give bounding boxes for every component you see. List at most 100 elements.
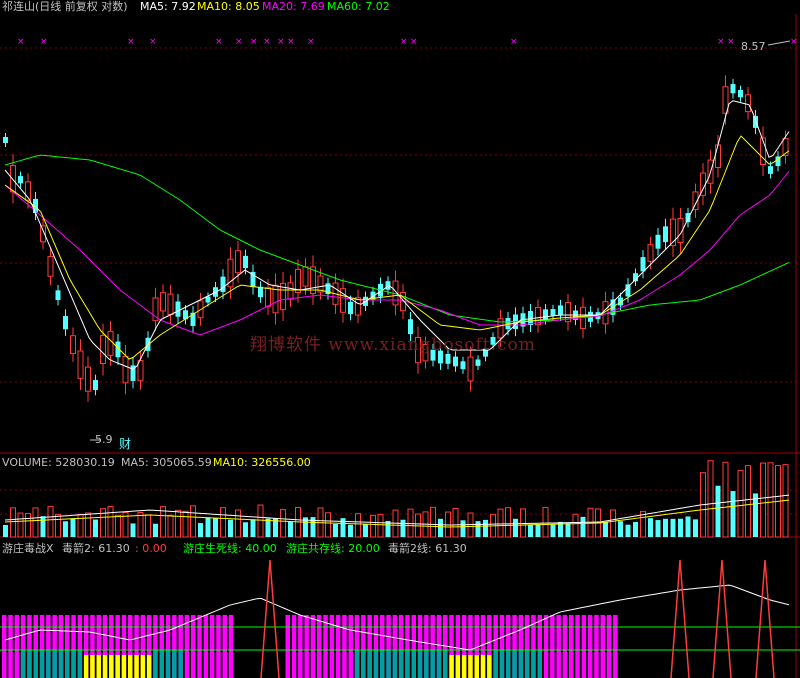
indicator-bar-fill [506, 650, 511, 678]
indicator-bar-fill [499, 650, 505, 678]
signal-marker: × [40, 37, 48, 47]
signal-marker: × [215, 37, 223, 47]
indicator-bar-fill [178, 650, 183, 678]
indicator-bar-fill [436, 650, 442, 678]
volume-bar-down [130, 523, 136, 537]
indicator-spike [712, 559, 732, 678]
candle-down [18, 176, 23, 184]
indicator-spike [755, 559, 775, 678]
indicator-bar-fill [121, 655, 127, 678]
signal-marker: × [277, 37, 285, 47]
volume-bar-up [25, 512, 31, 538]
indicator-bar-fill [493, 650, 498, 678]
indicator-bar-fill [128, 655, 133, 678]
volume-bar-up [115, 514, 121, 538]
volume-bar-down [40, 516, 46, 537]
candle-down [55, 290, 61, 300]
ma10-value: MA10: 8.05 [197, 0, 260, 13]
candle-down [558, 305, 563, 316]
volume-bar-down [250, 519, 256, 537]
ma60-value: MA60: 7.02 [327, 0, 390, 13]
volume-bar-up [542, 506, 549, 538]
indicator-bar-fill [518, 650, 524, 678]
volume-bar-down [288, 521, 293, 537]
indicator-life-line: 游庄生死线: 40.00 [183, 542, 277, 555]
volume-bar-up [85, 512, 91, 538]
candle-up [235, 250, 241, 274]
indicator-bar-fill [90, 655, 95, 678]
indicator-bar-fill [65, 650, 70, 678]
candle-down [175, 301, 181, 317]
indicator-bar-fill [77, 650, 83, 678]
ma20-value: MA20: 7.69 [262, 0, 325, 13]
volume-bar-up [722, 461, 729, 538]
volume-ma5: MA5: 305065.59 [121, 456, 212, 469]
indicator-bar-fill [424, 650, 429, 678]
indicator-bar-magenta [606, 615, 612, 678]
indicator-bar-fill [140, 655, 146, 678]
indicator-bar-fill [405, 650, 410, 678]
indicator-bar-magenta [613, 615, 618, 678]
volume-bar-up [77, 513, 84, 538]
volume-bar-down [618, 521, 623, 537]
volume-bar-up [107, 505, 114, 538]
volume-bar-down [565, 523, 571, 537]
volume-ma10: MA10: 326556.00 [213, 456, 311, 469]
indicator-bar-fill [83, 655, 89, 678]
volume-bar-down [528, 524, 533, 537]
candle-down [258, 286, 263, 298]
volume-bar-down [633, 522, 638, 537]
volume-bar-down [693, 519, 698, 537]
volume-bar-down [228, 519, 233, 537]
candle-up [287, 282, 294, 300]
candle-up [47, 255, 54, 277]
volume-bar-down [655, 520, 661, 537]
signal-marker: × [510, 37, 518, 47]
candle-down [453, 356, 458, 367]
volume-bar-up [452, 507, 459, 538]
candle-up [302, 266, 309, 287]
candle-up [122, 355, 129, 384]
volume-bar-up [737, 469, 744, 538]
indicator-bar-fill [512, 650, 517, 678]
indicator-bar-fill [455, 655, 461, 678]
candle-up [160, 292, 166, 312]
volume-bar-up [257, 504, 264, 538]
indicator-bar-fill [172, 650, 177, 678]
volume-bar-down [670, 518, 676, 537]
volume-bar-up [55, 514, 61, 538]
indicator-bar-fill [461, 655, 467, 678]
volume-bar-up [497, 508, 504, 538]
candle-down [348, 301, 353, 315]
indicator-bar-magenta [335, 615, 341, 678]
indicator-bar-fill [468, 655, 473, 678]
candle-up [167, 293, 174, 316]
indicator-bar-magenta [184, 615, 190, 678]
indicator-bar-fill [71, 650, 76, 678]
volume-bar-up [235, 509, 241, 538]
indicator-bar-magenta [342, 615, 347, 678]
indicator-bar-magenta [556, 615, 561, 678]
low-marker: 财 [119, 437, 132, 451]
indicator-arrow2-line: 毒箭2线: 61.30 [388, 542, 467, 555]
volume-bar-up [370, 514, 376, 538]
indicator-bar-fill [46, 650, 51, 678]
volume-bar-up [520, 508, 526, 538]
signal-marker: × [250, 37, 258, 47]
indicator-bar-fill [52, 650, 57, 678]
indicator-bar-magenta [575, 615, 580, 678]
volume-bar-down [243, 522, 248, 537]
volume-bar-down [625, 524, 631, 537]
indicator-bar-magenta [209, 615, 215, 678]
volume-bar-up [32, 507, 39, 538]
indicator-bar-magenta [323, 615, 328, 678]
volume-bar-up [572, 513, 579, 538]
candle-up [152, 297, 159, 322]
volume-bar-down [753, 493, 758, 537]
volume-bar-down [333, 524, 338, 537]
candle-down [730, 84, 736, 94]
volume-bar-down [400, 519, 406, 537]
candle-down [93, 380, 98, 390]
candle-down [475, 359, 481, 366]
candle-up [467, 356, 474, 382]
